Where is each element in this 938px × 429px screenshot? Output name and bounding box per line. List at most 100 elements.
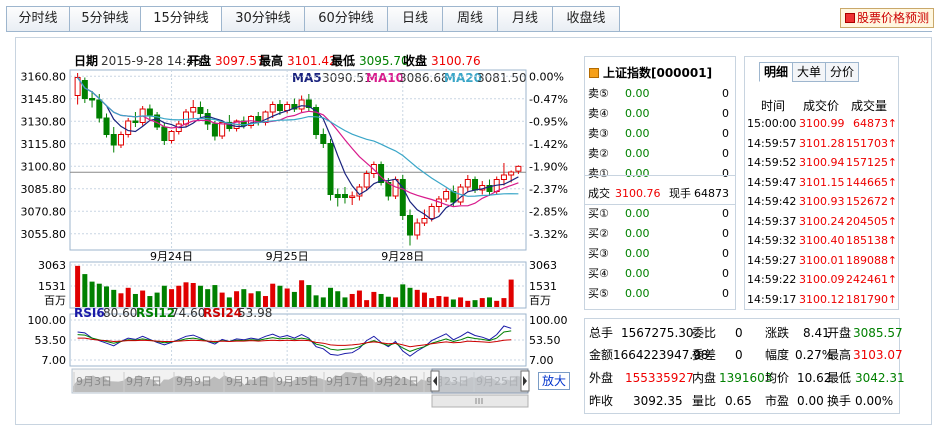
volume-bar xyxy=(277,285,283,307)
pct-tick: -2.37% xyxy=(529,183,568,196)
rsi24-value: 53.98 xyxy=(238,306,272,320)
price-tick: 3085.80 xyxy=(21,183,67,196)
timeline-date-label: 9月7日 xyxy=(126,375,162,388)
candle-body xyxy=(443,191,450,200)
deal-price: 3100.76 xyxy=(615,187,661,200)
order-volume: 0 xyxy=(722,87,729,100)
order-level: 卖⑤ xyxy=(588,87,609,100)
timeline-scrollbar[interactable] xyxy=(431,394,529,408)
stats-row-1: 总手 1567275.30 委比 0 涨跌 8.41 开盘 3085.57 xyxy=(585,323,903,344)
trade-time: 14:59:42 xyxy=(747,195,797,208)
volume-bar xyxy=(393,297,399,307)
stat-label: 委差 xyxy=(692,348,717,362)
volume-bar xyxy=(479,298,485,307)
trade-time: 14:59:17 xyxy=(747,292,797,306)
volume-bar xyxy=(486,297,492,307)
candle xyxy=(146,104,153,120)
head-vol: 成交量 xyxy=(851,99,888,113)
volume-bar xyxy=(313,295,319,307)
price-tick: 3130.80 xyxy=(21,115,67,128)
rsi-tick-right: 7.00 xyxy=(529,354,554,367)
stat-label: 外盘 xyxy=(589,371,614,385)
volume-bar xyxy=(436,296,442,307)
timeline-date-label: 9月9日 xyxy=(176,375,212,388)
candle-body xyxy=(349,195,356,198)
volume-bar xyxy=(472,300,478,307)
volume-bar xyxy=(291,291,297,307)
stats-row-4: 昨收 3092.35 量比 0.65 市盈 0.00 换手 0.00% xyxy=(585,391,899,412)
trade-row: 14:59:57 3101.28 151703 ↑ xyxy=(745,134,898,154)
volume-bar xyxy=(421,292,427,307)
trade-price: 3100.40 xyxy=(799,234,845,247)
trade-volume: 144665 xyxy=(846,175,888,189)
stat-label: 均价 xyxy=(765,371,790,385)
stat-label: 量比 xyxy=(692,394,717,408)
stat-label: 换手 xyxy=(827,394,852,408)
low-value: 3095.70 xyxy=(359,54,409,68)
candle-body xyxy=(341,194,348,198)
order-level: 买① xyxy=(588,207,609,220)
sell-order-row: 卖④ 0.00 0 xyxy=(585,104,735,124)
volume-bar xyxy=(364,300,370,307)
volume-bar xyxy=(400,284,406,307)
stat-value: 0.00% xyxy=(855,394,894,408)
stat-value: 0.00 xyxy=(797,394,824,408)
candle-body xyxy=(414,222,421,236)
candle xyxy=(154,112,161,130)
ma20-value: 3081.50 xyxy=(477,71,527,85)
volume-bar xyxy=(356,290,362,307)
candle-body xyxy=(464,179,471,188)
low-label: 最低 xyxy=(331,53,355,68)
timeline-date-label: 9月21日 xyxy=(376,375,419,388)
detail-tab[interactable]: 大单 xyxy=(792,62,827,82)
candle xyxy=(117,131,124,148)
enlarge-button[interactable]: 放大 xyxy=(538,372,570,390)
volume-unit: 百万 xyxy=(44,294,66,307)
volume-bar xyxy=(169,289,175,307)
stat-label: 内盘 xyxy=(692,371,717,385)
candle xyxy=(262,110,269,126)
trade-price: 3100.09 xyxy=(799,273,845,286)
high-label: 最高 xyxy=(259,53,283,68)
trade-row: 14:59:22 3100.09 242461 ↑ xyxy=(745,270,898,290)
order-price: 0.00 xyxy=(625,227,650,240)
volume-bar xyxy=(407,287,413,307)
stat-label: 昨收 xyxy=(589,394,614,408)
stat-value: 1567275.30 xyxy=(621,326,694,340)
trade-detail-panel: 明细 大单 分价 时间 成交价 成交量 15:00:00 3100.99 64873 ↑ 1… xyxy=(744,56,899,310)
rsi-tick-right: 53.50 xyxy=(529,334,561,347)
close-label: 收盘 xyxy=(403,53,427,68)
pct-tick: -2.85% xyxy=(529,205,568,218)
price-tick: 3160.80 xyxy=(21,70,67,83)
stat-value: 8.41 xyxy=(803,326,830,340)
order-price: 0.00 xyxy=(625,207,650,220)
buy-order-row: 买④ 0.00 0 xyxy=(585,264,735,284)
detail-tabs: 明细 大单 分价 xyxy=(759,62,860,82)
candle-body xyxy=(89,98,96,101)
order-volume: 0 xyxy=(722,147,729,160)
ma10-line xyxy=(77,77,519,208)
trade-volume: 64873 xyxy=(853,117,888,130)
stat-value: 0 xyxy=(735,326,743,340)
trade-time: 15:00:00 xyxy=(747,117,797,130)
detail-tab[interactable]: 明细 xyxy=(759,62,794,82)
candle-body xyxy=(515,165,522,172)
candle-body xyxy=(407,215,413,236)
up-arrow-icon: ↑ xyxy=(887,292,897,306)
detail-tab[interactable]: 分价 xyxy=(825,62,860,82)
stat-label: 金额 xyxy=(589,348,614,362)
candle-body xyxy=(103,117,110,135)
volume-bar xyxy=(508,279,514,307)
volume-bar xyxy=(299,280,305,307)
candle-body xyxy=(334,194,341,198)
volume-bar xyxy=(89,281,95,307)
volume-bar xyxy=(328,287,334,307)
volume-bar xyxy=(270,283,276,307)
candle xyxy=(421,209,428,226)
order-volume: 0 xyxy=(722,107,729,120)
timeline-selection-window[interactable] xyxy=(431,368,529,394)
volume-bar xyxy=(125,287,131,307)
trade-time: 14:59:27 xyxy=(747,253,797,267)
pct-tick: -0.95% xyxy=(529,115,568,128)
candle xyxy=(248,115,255,129)
